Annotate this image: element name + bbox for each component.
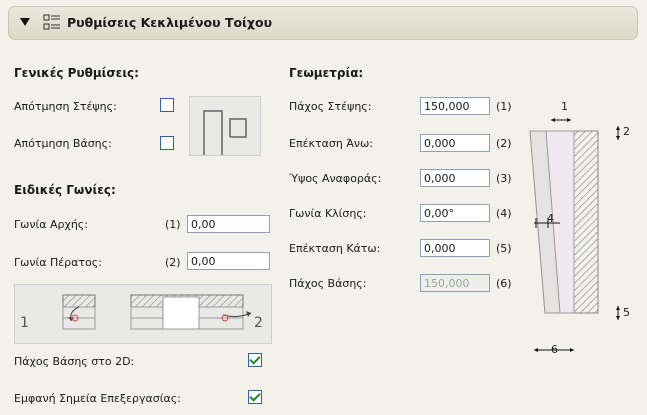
geometry-label: Πάχος Στέψης:	[289, 100, 372, 113]
base-thickness-input: 150,000	[420, 274, 490, 292]
start-angle-input[interactable]: 0,00	[187, 215, 270, 233]
end-angle-label: Γωνία Πέρατος:	[14, 256, 102, 269]
start-angle-label: Γωνία Αρχής:	[14, 218, 88, 231]
slant-angle-input[interactable]: 0,00°	[420, 204, 490, 222]
start-angle-num: (1)	[165, 218, 181, 231]
geometry-label: Επέκταση Κάτω:	[289, 242, 381, 255]
top-thickness-input[interactable]: 150,000	[420, 97, 490, 115]
top-extension-input[interactable]: 0,000	[420, 134, 490, 152]
triangle-down-icon[interactable]	[20, 18, 30, 27]
geometry-num: (5)	[496, 242, 512, 255]
geometry-label: Ύψος Αναφοράς:	[289, 172, 382, 185]
show-hotspots-checkbox[interactable]	[248, 390, 262, 404]
bottom-extension-input[interactable]: 0,000	[420, 239, 490, 257]
show-hotspots-label: Εμφανή Σημεία Επεξεργασίας:	[14, 392, 181, 405]
end-angle-input[interactable]: 0,00	[187, 252, 270, 270]
geometry-num: (3)	[496, 172, 512, 185]
trim-top-checkbox[interactable]	[160, 98, 174, 112]
diagram-label-1: 1	[20, 315, 29, 331]
geometry-label: Πάχος Βάσης:	[289, 277, 367, 290]
diagram-label-1: 1	[561, 100, 568, 113]
geometry-label: Γωνία Κλίσης:	[289, 207, 367, 220]
reference-height-input[interactable]: 0,000	[420, 169, 490, 187]
geometry-num: (2)	[496, 137, 512, 150]
panel-header[interactable]: Ρυθμίσεις Κεκλιμένου Τοίχου	[8, 6, 638, 40]
angle-diagram	[14, 284, 272, 344]
diagram-label-2: 2	[254, 315, 263, 331]
end-angle-num: (2)	[165, 256, 181, 269]
geometry-label: Επέκταση Άνω:	[289, 137, 373, 150]
diagram-label-5: 5	[623, 306, 630, 319]
diagram-label-4: 4	[547, 212, 554, 225]
panel-title: Ρυθμίσεις Κεκλιμένου Τοίχου	[67, 15, 273, 30]
list-settings-icon	[43, 14, 60, 30]
geometry-num: (1)	[496, 100, 512, 113]
geometry-section-title: Γεωμετρία:	[289, 66, 364, 80]
geometry-num: (6)	[496, 277, 512, 290]
geometry-num: (4)	[496, 207, 512, 220]
trim-base-label: Απότμηση Βάσης:	[14, 137, 112, 150]
trim-top-label: Απότμηση Στέψης:	[14, 100, 117, 113]
angles-section-title: Ειδικές Γωνίες:	[14, 183, 116, 197]
trim-base-checkbox[interactable]	[160, 136, 174, 150]
diagram-label-6: 6	[551, 343, 558, 356]
base-2d-checkbox[interactable]	[248, 353, 262, 367]
base-2d-label: Πάχος Βάσης στο 2D:	[14, 355, 135, 368]
general-section-title: Γενικές Ρυθμίσεις:	[14, 66, 139, 80]
diagram-label-2: 2	[623, 125, 630, 138]
trim-preview-icon	[189, 96, 261, 156]
